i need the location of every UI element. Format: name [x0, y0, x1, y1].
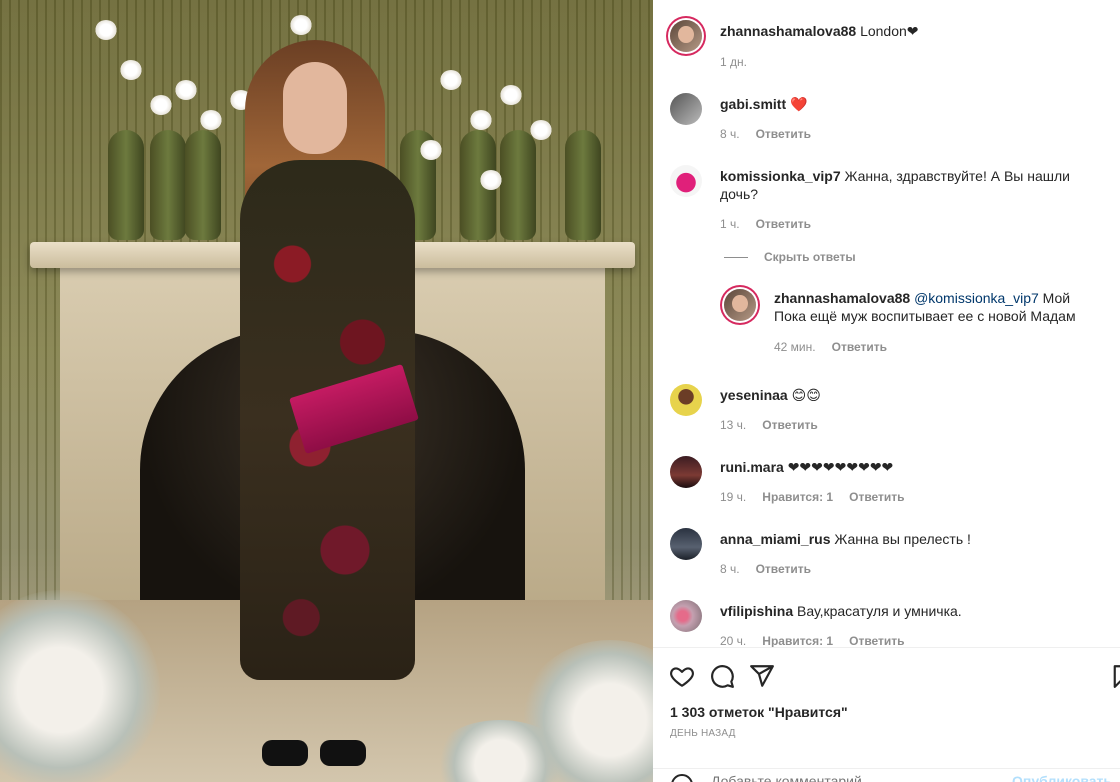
heart-icon[interactable]: [669, 663, 695, 689]
post-comment-button[interactable]: Опубликовать: [1012, 773, 1112, 782]
photo-orchid: [290, 15, 312, 35]
comment-time[interactable]: 8 ч.: [720, 562, 740, 576]
comment-text: ❤❤❤❤❤❤❤❤❤: [787, 459, 894, 475]
author-avatar[interactable]: [670, 20, 702, 52]
commenter-avatar[interactable]: [670, 165, 702, 197]
comment-body: runi.mara ❤❤❤❤❤❤❤❤❤: [720, 458, 1105, 476]
reply-button[interactable]: Ответить: [849, 490, 904, 504]
comment-time[interactable]: 8 ч.: [720, 127, 740, 141]
commenter-avatar[interactable]: [670, 384, 702, 416]
likes-count[interactable]: 1 303 отметок "Нравится": [670, 704, 848, 720]
reply-button[interactable]: Ответить: [756, 562, 811, 576]
reply-mention[interactable]: @komissionka_vip7: [914, 290, 1039, 306]
hide-replies-label: Скрыть ответы: [764, 250, 856, 264]
comment-body: yeseninaa 😊😊: [720, 386, 1105, 404]
commenter-avatar[interactable]: [670, 528, 702, 560]
caption-body: zhannashamalova88 London❤: [720, 22, 1105, 40]
author-username[interactable]: zhannashamalova88: [720, 23, 856, 39]
comment-body: gabi.smitt ❤️: [720, 95, 1105, 113]
comment-likes[interactable]: Нравится: 1: [762, 634, 833, 647]
photo-orchid: [200, 110, 222, 130]
comment-username[interactable]: gabi.smitt: [720, 96, 786, 112]
reply-button[interactable]: Ответить: [756, 217, 811, 231]
comment-meta: 8 ч. Ответить: [720, 562, 811, 576]
reply-button[interactable]: Ответить: [832, 340, 887, 354]
share-icon[interactable]: [749, 663, 775, 689]
comment-input[interactable]: [711, 773, 1011, 782]
comments-panel: zhannashamalova88 London❤ 1 дн. gabi.smi…: [653, 0, 1120, 782]
commenter-avatar[interactable]: [670, 456, 702, 488]
post-photo[interactable]: [0, 0, 653, 782]
comment-body: anna_miami_rus Жанна вы прелесть !: [720, 530, 1105, 548]
photo-vase: [500, 130, 536, 240]
post-timestamp[interactable]: ДЕНЬ НАЗАД: [670, 728, 736, 739]
commenter-avatar[interactable]: [670, 600, 702, 632]
comment-time[interactable]: 13 ч.: [720, 418, 746, 432]
comment-likes[interactable]: Нравится: 1: [762, 490, 833, 504]
comment-icon[interactable]: [709, 663, 735, 689]
reply-time[interactable]: 42 мин.: [774, 340, 816, 354]
photo-vase: [185, 130, 221, 240]
comment-body: komissionka_vip7 Жанна, здравствуйте! А …: [720, 167, 1105, 203]
comment-time[interactable]: 1 ч.: [720, 217, 740, 231]
reply-meta: 42 мин. Ответить: [774, 340, 887, 354]
photo-orchid: [500, 85, 522, 105]
emoji-icon[interactable]: [670, 773, 694, 782]
photo-orchid: [440, 70, 462, 90]
photo-orchid: [420, 140, 442, 160]
comment-body: vfilipishina Вау,красатуля и умничка.: [720, 602, 1105, 620]
photo-orchid: [470, 110, 492, 130]
comment-username[interactable]: komissionka_vip7: [720, 168, 841, 184]
comment-time[interactable]: 20 ч.: [720, 634, 746, 647]
comment-meta: 8 ч. Ответить: [720, 127, 811, 141]
comment-username[interactable]: yeseninaa: [720, 387, 788, 403]
reply-button[interactable]: Ответить: [756, 127, 811, 141]
photo-shoe: [262, 740, 308, 766]
reply-username[interactable]: zhannashamalova88: [774, 290, 910, 306]
comment-text: Вау,красатуля и умничка.: [797, 603, 962, 619]
photo-face: [283, 62, 347, 154]
comment-text: ❤️: [790, 96, 808, 112]
photo-vase: [108, 130, 144, 240]
reply-body: zhannashamalova88 @komissionka_vip7 Мой …: [774, 289, 1109, 325]
photo-shoe: [320, 740, 366, 766]
reply-button[interactable]: Ответить: [849, 634, 904, 647]
comment-time[interactable]: 19 ч.: [720, 490, 746, 504]
comment-username[interactable]: runi.mara: [720, 459, 784, 475]
comment-username[interactable]: vfilipishina: [720, 603, 793, 619]
photo-orchid: [120, 60, 142, 80]
reply-author-avatar[interactable]: [724, 289, 756, 321]
photo-orchid: [95, 20, 117, 40]
reply-button[interactable]: Ответить: [762, 418, 817, 432]
reply-text-line1: Мой: [1042, 290, 1071, 306]
photo-orchid: [175, 80, 197, 100]
hide-replies-button[interactable]: Скрыть ответы: [724, 250, 856, 264]
comment-text: 😊😊: [791, 387, 821, 403]
commenter-avatar[interactable]: [670, 93, 702, 125]
caption-text: London❤: [860, 23, 919, 39]
comment-meta: 13 ч. Ответить: [720, 418, 818, 432]
photo-orchid: [150, 95, 172, 115]
caption-time[interactable]: 1 дн.: [720, 55, 747, 69]
comment-item: vfilipishina Вау,красатуля и умничка. 20…: [653, 600, 1120, 647]
photo-vase: [565, 130, 601, 240]
comment-meta: 1 ч. Ответить: [720, 217, 811, 231]
reply-text-line2: Пока ещё муж воспитывает ее с новой Мада…: [774, 308, 1076, 324]
photo-orchid: [530, 120, 552, 140]
comment-meta: 20 ч. Нравится: 1 Ответить: [720, 634, 905, 647]
action-bar: 1 303 отметок "Нравится" ДЕНЬ НАЗАД Опуб…: [653, 647, 1120, 782]
photo-vase: [150, 130, 186, 240]
add-comment-bar: Опубликовать: [653, 768, 1120, 782]
comment-meta: 19 ч. Нравится: 1 Ответить: [720, 490, 905, 504]
divider: [724, 256, 748, 258]
comment-text: Жанна вы прелесть !: [834, 531, 971, 547]
photo-orchid: [480, 170, 502, 190]
comment-username[interactable]: anna_miami_rus: [720, 531, 831, 547]
bookmark-icon[interactable]: [1111, 663, 1120, 689]
